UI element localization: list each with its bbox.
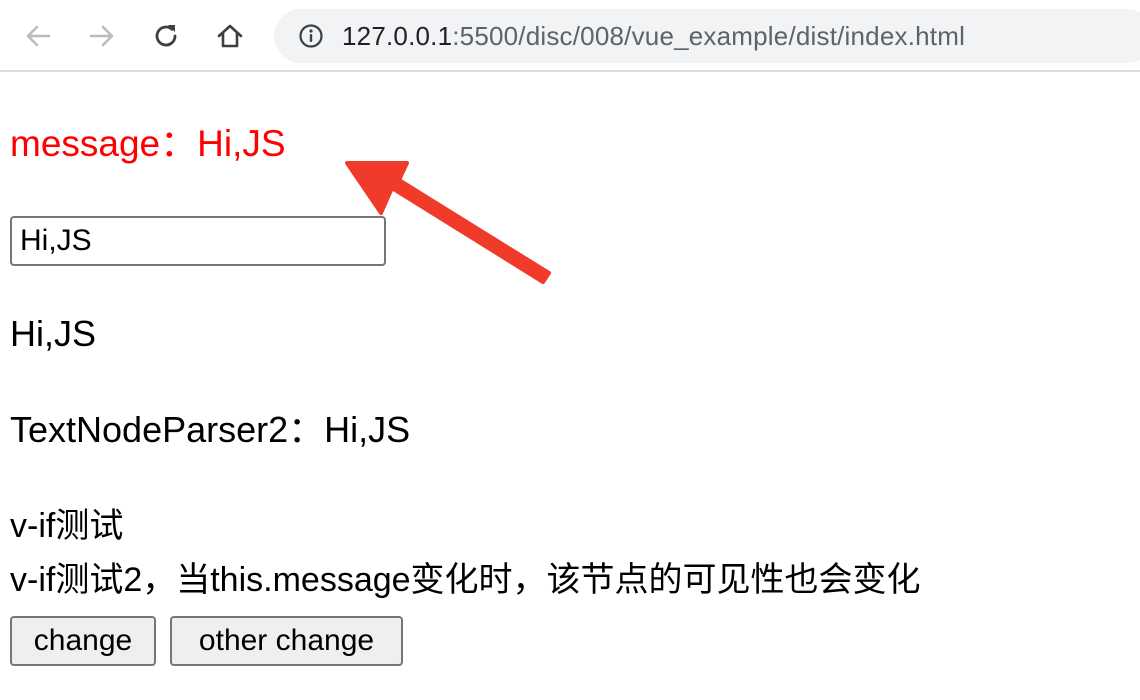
change-button[interactable]: change [10,616,156,666]
reload-button[interactable] [146,16,186,56]
forward-button[interactable] [82,16,122,56]
message-input[interactable] [10,216,386,266]
other-change-button[interactable]: other change [170,616,403,666]
address-bar[interactable]: 127.0.0.1:5500/disc/008/vue_example/dist… [274,9,1140,63]
browser-toolbar: 127.0.0.1:5500/disc/008/vue_example/dist… [0,0,1140,72]
url-path: :5500/disc/008/vue_example/dist/index.ht… [452,21,966,51]
arrow-left-icon [26,25,51,47]
url-text[interactable]: 127.0.0.1:5500/disc/008/vue_example/dist… [342,21,965,51]
back-button[interactable] [18,16,58,56]
message-text: message：Hi,JS [10,123,286,164]
text-node-parser-text: TextNodeParser2：Hi,JS [10,409,411,450]
reload-icon [155,25,177,47]
v-if-test-text: v-if测试 [10,507,124,545]
info-circle-icon[interactable] [298,23,324,49]
url-host: 127.0.0.1 [342,21,453,51]
v-if-test-2-text: v-if测试2，当this.message变化时，该节点的可见性也会变化 [10,561,921,599]
home-button[interactable] [210,16,250,56]
home-icon [217,24,243,48]
arrow-right-icon [89,25,114,47]
message-echo-text: Hi,JS [10,313,97,354]
